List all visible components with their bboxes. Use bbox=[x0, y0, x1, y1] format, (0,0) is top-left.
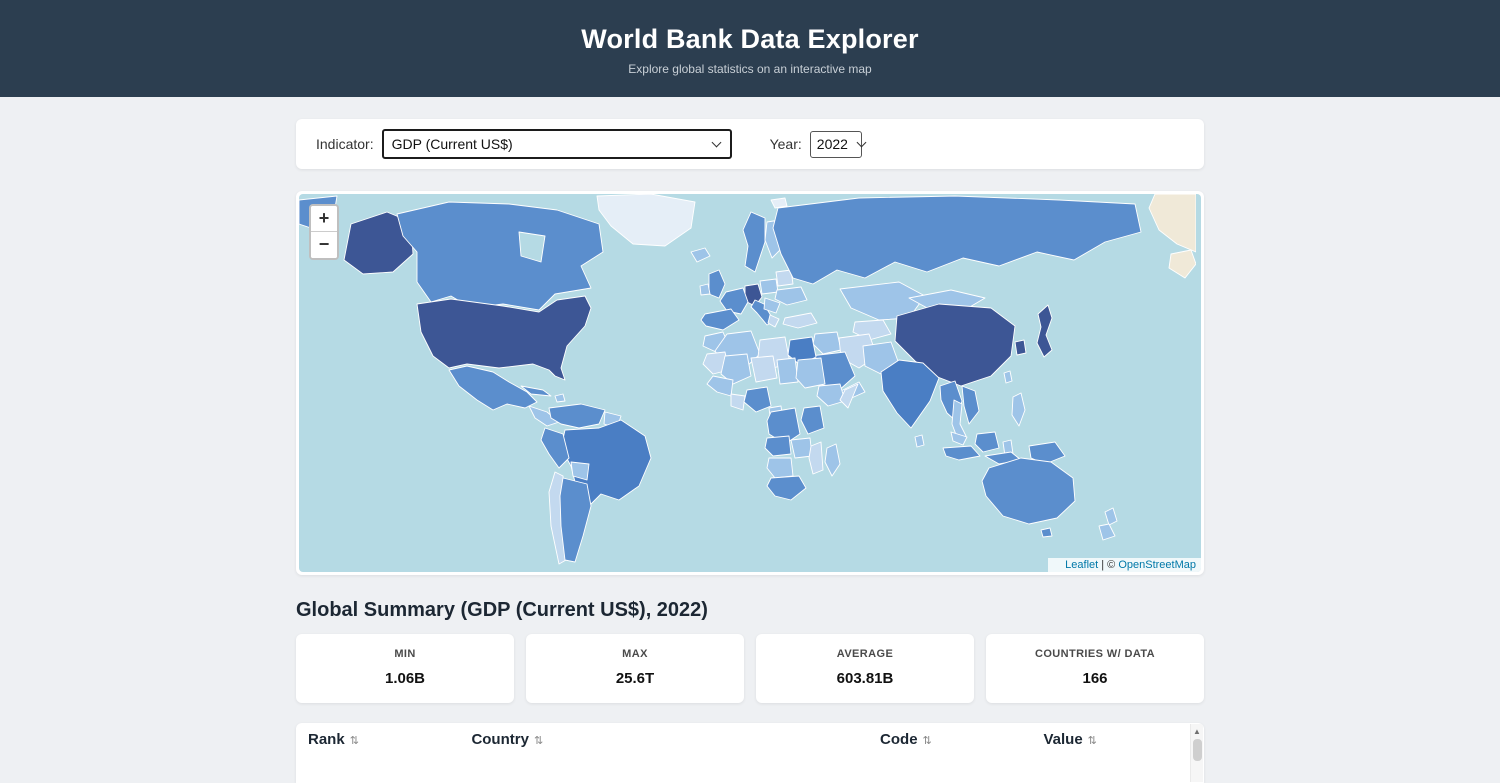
stat-card-max: MAX 25.6T bbox=[526, 634, 744, 703]
leaflet-link[interactable]: Leaflet bbox=[1065, 559, 1098, 571]
app-header: World Bank Data Explorer Explore global … bbox=[0, 0, 1500, 97]
map-zoom-control: + − bbox=[309, 204, 339, 260]
indicator-selected-value: GDP (Current US$) bbox=[391, 136, 513, 152]
stat-card-average: AVERAGE 603.81B bbox=[756, 634, 974, 703]
column-header-code[interactable]: Code ⇅ bbox=[868, 723, 1031, 758]
controls-bar: Indicator: GDP (Current US$) Year: 2022 bbox=[296, 119, 1204, 169]
chevron-down-icon bbox=[711, 137, 722, 148]
chevron-down-icon bbox=[856, 137, 867, 148]
rank-table-card: Rank ⇅ Country ⇅ Code ⇅ Value ⇅ ▲ bbox=[296, 723, 1204, 783]
zoom-out-button[interactable]: − bbox=[311, 232, 337, 258]
stat-value: 25.6T bbox=[615, 670, 655, 687]
stat-label: AVERAGE bbox=[836, 648, 894, 660]
sort-icon: ⇅ bbox=[1087, 735, 1097, 747]
page-subtitle: Explore global statistics on an interact… bbox=[628, 62, 872, 76]
sort-icon: ⇅ bbox=[533, 735, 544, 747]
table-header-row: Rank ⇅ Country ⇅ Code ⇅ Value ⇅ bbox=[296, 723, 1204, 758]
choropleth-svg bbox=[299, 194, 1196, 565]
summary-heading: Global Summary (GDP (Current US$), 2022) bbox=[296, 599, 708, 621]
column-header-country[interactable]: Country ⇅ bbox=[459, 723, 868, 758]
indicator-select[interactable]: GDP (Current US$) bbox=[381, 129, 732, 159]
stat-label: MIN bbox=[394, 648, 416, 660]
scroll-up-icon[interactable]: ▲ bbox=[1191, 724, 1203, 736]
stat-value: 603.81B bbox=[836, 670, 894, 687]
page-title: World Bank Data Explorer bbox=[581, 24, 919, 54]
column-header-value[interactable]: Value ⇅ bbox=[1031, 723, 1204, 758]
sort-icon: ⇅ bbox=[922, 735, 932, 747]
table-scrollbar[interactable]: ▲ bbox=[1190, 724, 1203, 782]
rank-table: Rank ⇅ Country ⇅ Code ⇅ Value ⇅ bbox=[296, 723, 1204, 758]
stat-label: COUNTRIES W/ DATA bbox=[1034, 648, 1156, 660]
attribution-separator: | © bbox=[1098, 559, 1119, 571]
zoom-in-button[interactable]: + bbox=[311, 206, 337, 232]
year-select[interactable]: 2022 bbox=[809, 130, 867, 158]
stat-card-min: MIN 1.06B bbox=[296, 634, 514, 703]
stat-label: MAX bbox=[622, 648, 648, 660]
year-selected-value: 2022 bbox=[816, 136, 848, 152]
stat-card-countries: COUNTRIES W/ DATA 166 bbox=[986, 634, 1204, 703]
scrollbar-thumb[interactable] bbox=[1192, 739, 1202, 761]
year-label: Year: bbox=[769, 136, 802, 152]
stats-row: MIN 1.06B MAX 25.6T AVERAGE 603.81B COUN… bbox=[296, 634, 1204, 703]
world-map[interactable]: + − Leaflet | © OpenStreetMap bbox=[299, 194, 1201, 572]
map-attribution: Leaflet | © OpenStreetMap bbox=[1048, 558, 1201, 572]
stat-value: 1.06B bbox=[384, 670, 426, 687]
map-card: + − Leaflet | © OpenStreetMap bbox=[296, 191, 1204, 575]
indicator-label: Indicator: bbox=[316, 136, 374, 152]
sort-icon: ⇅ bbox=[349, 735, 359, 747]
stat-value: 166 bbox=[1082, 670, 1108, 687]
ukraine-flag-icon bbox=[1053, 562, 1062, 569]
column-header-rank[interactable]: Rank ⇅ bbox=[296, 723, 459, 758]
openstreetmap-link[interactable]: OpenStreetMap bbox=[1118, 559, 1196, 571]
